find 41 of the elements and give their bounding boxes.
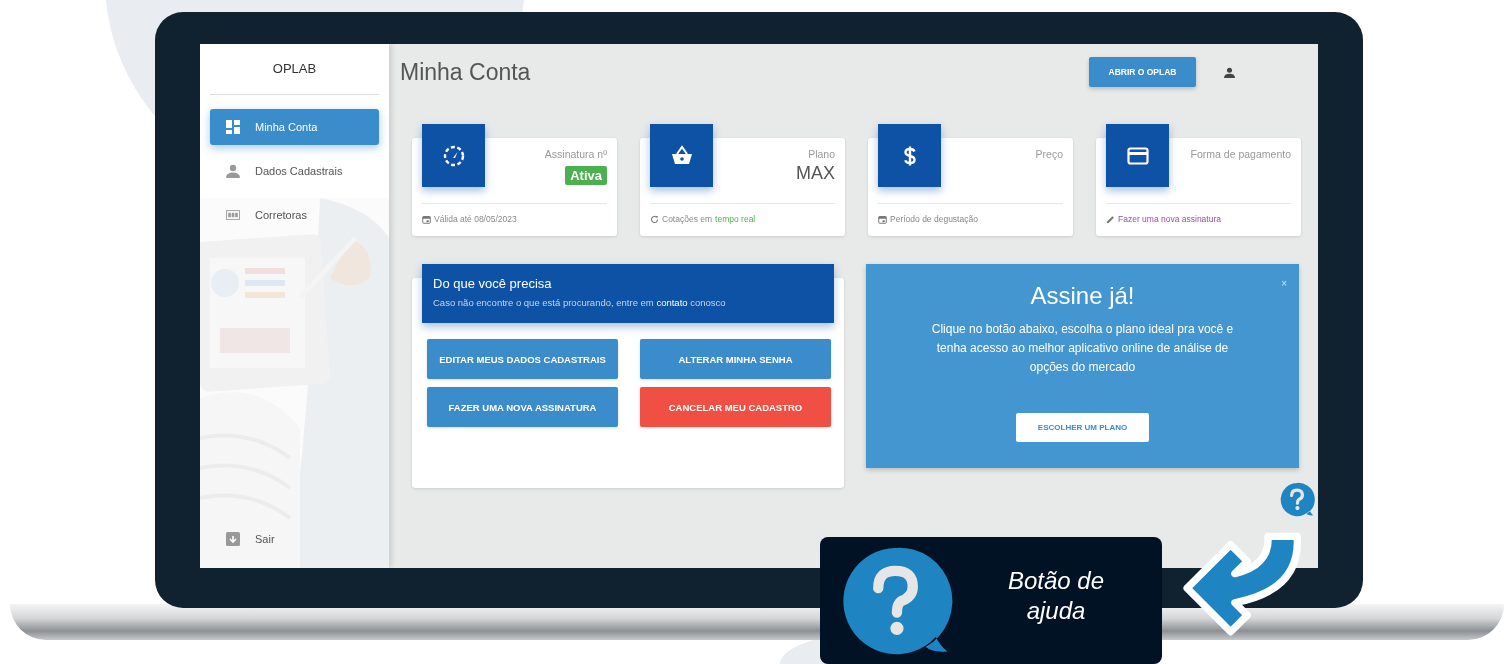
dashboard-icon — [226, 120, 240, 134]
card-label: Assinatura nº — [544, 148, 607, 160]
action-button[interactable]: CANCELAR MEU CADASTRO — [640, 387, 831, 427]
footer-link[interactable]: Fazer uma nova assinatura — [1118, 214, 1221, 224]
help-icon[interactable] — [1279, 482, 1315, 518]
close-button[interactable]: × — [1281, 278, 1287, 289]
panel-subtitle: Caso não encontre o que está procurando, entre em contato conosco — [433, 297, 727, 308]
footer-text: Período de degustação — [890, 214, 978, 224]
sidebar-item[interactable]: Corretoras — [210, 197, 379, 233]
action-button[interactable]: ALTERAR MINHA SENHA — [640, 339, 831, 379]
footer-text: Cotações em — [662, 214, 713, 224]
sidebar-item[interactable]: Dados Cadastrais — [210, 153, 379, 189]
gauge-icon — [441, 143, 466, 168]
refresh-icon — [650, 214, 659, 224]
calendar-icon — [878, 214, 887, 224]
highlight-text: tempo real — [715, 214, 756, 224]
open-button[interactable]: ABRIR O OPLAB — [1089, 57, 1196, 87]
sidebar-item[interactable]: Minha Conta — [210, 109, 379, 145]
page-title: Minha Conta — [400, 58, 532, 86]
brand-name: OPLAB — [271, 60, 318, 78]
person-icon — [226, 164, 240, 178]
footer-text: Válida até 08/05/2023 — [434, 214, 517, 224]
panel-title: Do que você precisa — [433, 276, 553, 291]
contact-link[interactable]: contato — [656, 297, 688, 308]
exit-icon — [226, 532, 240, 546]
promo-text: Clique no botão abaixo, escolha o plano ideal pra você e tenha acesso ao melhor aplicativo online de análise de opções do mercado — [930, 321, 1235, 376]
status-badge: Ativa — [565, 166, 607, 185]
callout-text: Botão de ajuda — [1006, 566, 1106, 626]
action-button[interactable]: FAZER UMA NOVA ASSINATURA — [427, 387, 618, 427]
calendar-icon — [422, 214, 431, 224]
counter-icon — [226, 208, 240, 222]
choose-plan-button[interactable]: ESCOLHER UM PLANO — [1016, 413, 1149, 442]
logout-item[interactable]: Sair — [210, 521, 379, 557]
user-icon[interactable] — [1224, 66, 1235, 78]
pencil-icon — [1106, 214, 1115, 224]
card-label: Plano — [808, 148, 835, 160]
card-label: Forma de pagamento — [1190, 148, 1291, 160]
card-value: MAX — [796, 163, 835, 184]
promo-title: Assine já! — [1030, 282, 1135, 310]
action-button[interactable]: EDITAR MEUS DADOS CADASTRAIS — [427, 339, 618, 379]
card-label: Preço — [1035, 148, 1063, 160]
